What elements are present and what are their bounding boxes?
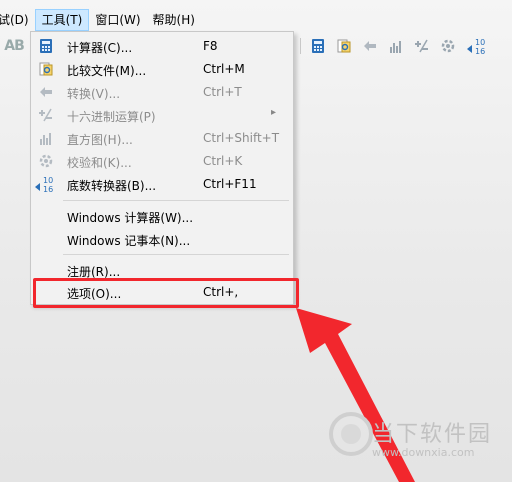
watermark-name: 当下软件园 [372,422,493,447]
watermark-url: www.downxia.com [372,446,475,459]
